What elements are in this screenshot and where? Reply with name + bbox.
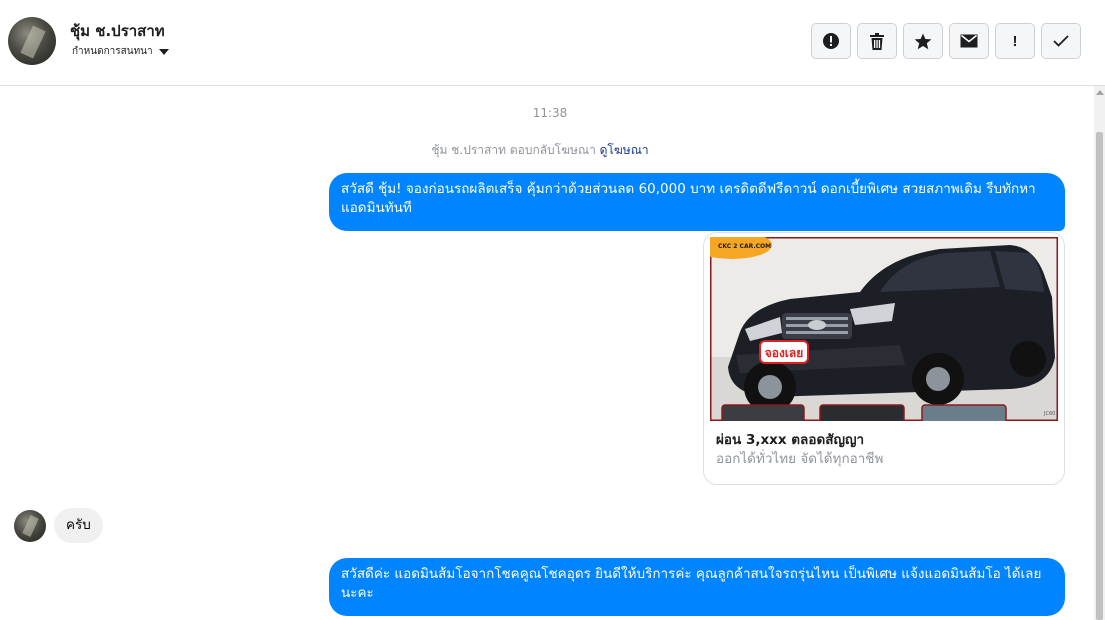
mark-done-button[interactable] [1041, 23, 1081, 59]
star-icon [914, 33, 932, 49]
outgoing-message[interactable]: สวัสดี ชุ้ม! จองก่อนรถผลิตเสร็จ คุ้มกว่า… [329, 173, 1065, 231]
alert-circle-icon [823, 33, 839, 49]
follow-up-button[interactable]: ! [995, 23, 1035, 59]
assign-conversation-dropdown[interactable]: กำหนดการสนทนา [72, 44, 169, 59]
scroll-up-arrow-icon[interactable] [1096, 90, 1104, 95]
sender-avatar[interactable] [14, 509, 46, 542]
caret-down-icon [158, 49, 169, 55]
envelope-icon [960, 34, 978, 48]
ad-reply-notice: ชุ้ม ช.ปราสาท ตอบกลับโฆษณา ดูโฆษณา [0, 141, 1080, 160]
scrollbar-thumb[interactable] [1096, 132, 1103, 620]
incoming-message[interactable]: ครับ [54, 508, 103, 543]
star-button[interactable] [903, 23, 943, 59]
assign-conversation-label: กำหนดการสนทนา [72, 46, 153, 57]
conversation-toolbar: ! [811, 23, 1081, 59]
message-thread[interactable]: 11:38 ชุ้ม ช.ปราสาท ตอบกลับโฆษณา ดูโฆษณา… [0, 86, 1094, 620]
ad-image-code: JC60 [1043, 411, 1055, 417]
ad-card-image[interactable]: CKC 2 CAR.COM จองเลย JC60 [710, 237, 1058, 421]
messenger-inbox: ชุ้ม ช.ปราสาท กำหนดการสนทนา ! 11:38 ชุ้ม… [0, 0, 1105, 620]
conversation-header: ชุ้ม ช.ปราสาท กำหนดการสนทนา ! [0, 0, 1105, 86]
ad-reply-text: ชุ้ม ช.ปราสาท ตอบกลับโฆษณา [431, 143, 596, 157]
message-timestamp: 11:38 [532, 106, 568, 120]
pickup-truck-image: CKC 2 CAR.COM จองเลย JC60 [710, 237, 1058, 421]
contact-avatar[interactable] [8, 17, 56, 65]
ad-card[interactable]: CKC 2 CAR.COM จองเลย JC60 ผ่อน 3,xxx ตลอ… [703, 232, 1065, 485]
report-spam-button[interactable] [811, 23, 851, 59]
check-icon [1053, 35, 1069, 47]
ad-image-badge: CKC 2 CAR.COM [718, 243, 771, 250]
exclamation-icon: ! [1012, 32, 1018, 50]
delete-button[interactable] [857, 23, 897, 59]
outgoing-message[interactable]: สวัสดีค่ะ แอดมินส้มโอจากโชคคูณโชคอุดร ยิ… [329, 558, 1065, 616]
incoming-message-row: ครับ [14, 508, 103, 543]
contact-name[interactable]: ชุ้ม ช.ปราสาท [70, 19, 165, 43]
mark-unread-button[interactable] [949, 23, 989, 59]
ad-image-stamp: จองเลย [765, 346, 804, 360]
thread-scrollbar[interactable] [1094, 86, 1105, 620]
view-ad-link[interactable]: ดูโฆษณา [600, 143, 649, 157]
trash-icon [870, 32, 884, 50]
ad-card-subtitle: ออกได้ทั่วไทย จัดได้ทุกอาชีพ [716, 451, 884, 467]
